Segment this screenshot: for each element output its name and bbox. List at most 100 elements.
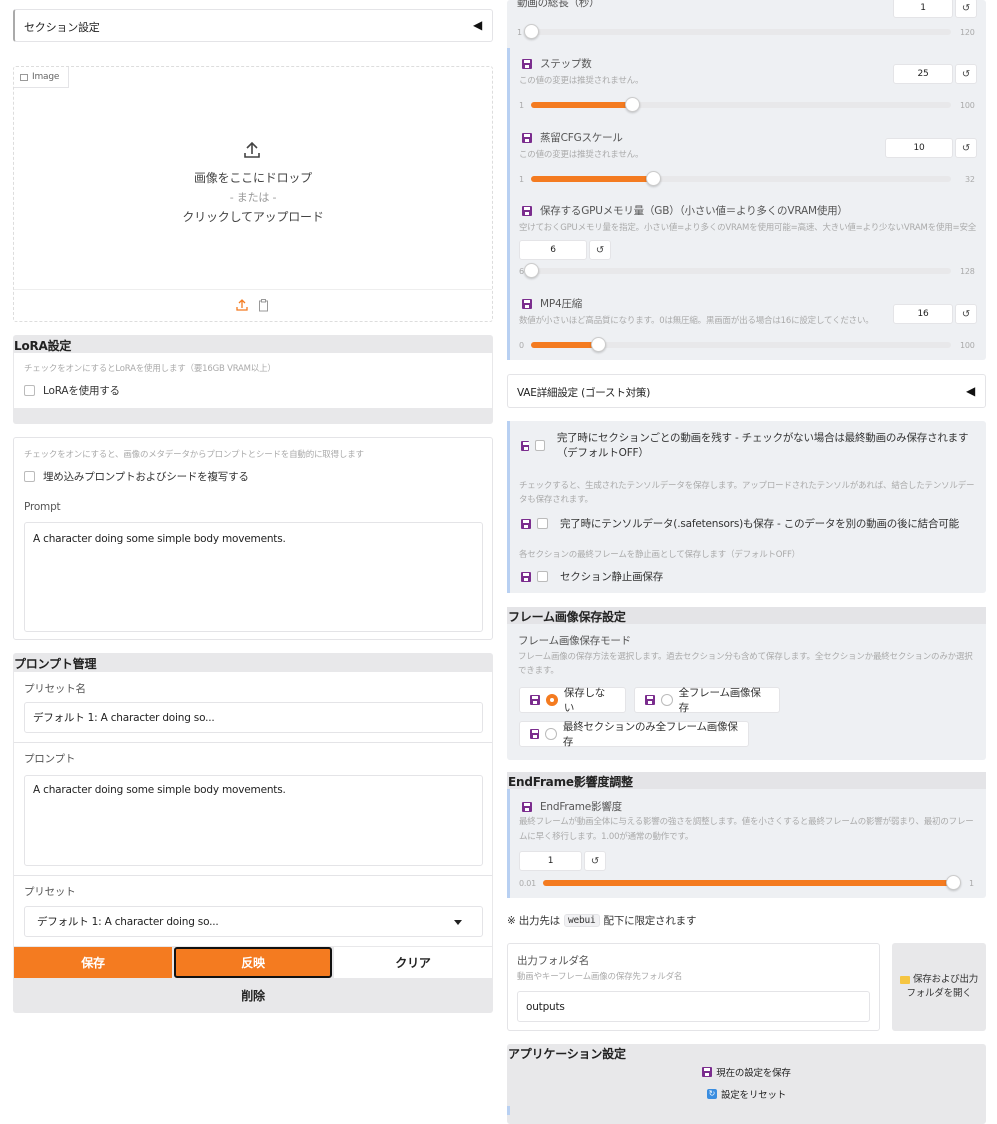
save-button[interactable]: 保存 bbox=[14, 947, 172, 978]
save-icon[interactable] bbox=[530, 729, 540, 739]
upload-small-icon[interactable] bbox=[236, 299, 248, 311]
prompt-label: Prompt bbox=[24, 501, 61, 513]
app-settings-panel: アプリケーション設定 bbox=[507, 1044, 986, 1124]
mp4-slider[interactable] bbox=[531, 337, 951, 352]
info-bar bbox=[507, 421, 510, 593]
section-settings-accordion[interactable]: セクション設定 ◀ bbox=[13, 9, 493, 42]
prompt-textarea[interactable]: A character doing some simple body movem… bbox=[24, 522, 483, 632]
image-tab: Image bbox=[14, 67, 69, 88]
image-toolbar bbox=[14, 289, 492, 290]
steps-input[interactable]: 25 bbox=[893, 64, 953, 84]
radio-all-frames[interactable]: 全フレーム画像保存 bbox=[634, 687, 780, 714]
open-folder-button[interactable]: 保存および出力フォルダを開く bbox=[892, 943, 986, 1031]
save-icon[interactable] bbox=[522, 58, 532, 69]
save-icon[interactable] bbox=[521, 441, 530, 451]
clipboard-icon[interactable] bbox=[258, 299, 270, 312]
apply-button[interactable]: 反映 bbox=[174, 947, 332, 978]
lora-checkbox[interactable]: LoRAを使用する bbox=[24, 383, 120, 398]
save-icon[interactable] bbox=[522, 132, 532, 143]
frame-save-mode-label: フレーム画像保存モード bbox=[518, 635, 631, 647]
radio-no-save-dot[interactable] bbox=[545, 694, 558, 706]
duration-min: 1 bbox=[517, 28, 522, 37]
radio-last-section-dot[interactable] bbox=[545, 728, 557, 740]
tensor-checkbox[interactable] bbox=[537, 518, 548, 529]
collapse-arrow-icon[interactable]: ◀ bbox=[473, 18, 482, 32]
duration-slider[interactable] bbox=[524, 24, 951, 39]
delete-button[interactable]: 削除 bbox=[14, 979, 492, 1011]
or-text: - または - bbox=[229, 191, 277, 204]
save-icon[interactable] bbox=[521, 518, 531, 529]
save-icon[interactable] bbox=[522, 298, 532, 309]
prompt-mgmt-textarea[interactable]: A character doing some simple body movem… bbox=[24, 775, 483, 866]
cfg-label: 蒸留CFGスケール bbox=[540, 132, 623, 144]
mp4-hint: 数値が小さいほど高品質になります。0は無圧縮。黒画面が出る場合は16に設定してく… bbox=[519, 316, 874, 326]
steps-slider[interactable] bbox=[531, 97, 951, 112]
save-icon[interactable] bbox=[530, 695, 540, 705]
app-settings-title: アプリケーション設定 bbox=[508, 1047, 626, 1061]
cfg-reset-icon[interactable]: ↺ bbox=[955, 138, 977, 158]
endframe-input[interactable]: 1 bbox=[519, 851, 582, 871]
preset-name-input[interactable]: デフォルト 1: A character doing so... bbox=[24, 702, 483, 733]
preset-dropdown[interactable]: デフォルト 1: A character doing so... bbox=[24, 906, 483, 937]
section-settings-title: セクション設定 bbox=[24, 21, 100, 34]
save-icon[interactable] bbox=[521, 571, 531, 582]
webui-code: webui bbox=[563, 914, 600, 927]
dropdown-arrow-icon bbox=[454, 920, 462, 925]
still-checkbox[interactable] bbox=[537, 571, 548, 582]
drop-text: 画像をここにドロップ bbox=[193, 171, 312, 185]
lora-title: LoRA設定 bbox=[14, 339, 72, 353]
radio-all-frames-dot[interactable] bbox=[660, 694, 673, 706]
click-upload-text[interactable]: クリックしてアップロード bbox=[14, 208, 492, 225]
metadata-checkbox-box[interactable] bbox=[24, 471, 35, 482]
prompt-panel: チェックをオンにすると、画像のメタデータからプロンプトとシードを自動的に取得しま… bbox=[13, 437, 493, 640]
gpu-label: 保存するGPUメモリ量（GB）（小さい値＝より多くのVRAM使用） bbox=[540, 205, 848, 217]
cfg-input[interactable]: 10 bbox=[885, 138, 953, 158]
endframe-header: EndFrame影響度 bbox=[522, 799, 622, 814]
prompt-management-panel: プロンプト管理 プリセット名 デフォルト 1: A character doin… bbox=[13, 653, 493, 1013]
section-video-checkbox[interactable] bbox=[535, 440, 545, 451]
gpu-input[interactable]: 6 bbox=[519, 240, 587, 260]
output-folder-label: 出力フォルダ名 bbox=[517, 955, 590, 967]
image-icon bbox=[20, 73, 28, 81]
radio-no-save[interactable]: 保存しない bbox=[519, 687, 626, 714]
frame-save-title: フレーム画像保存設定 bbox=[507, 607, 986, 624]
duration-input[interactable]: 1 bbox=[893, 0, 953, 18]
steps-min: 1 bbox=[519, 101, 524, 110]
vae-accordion[interactable]: VAE詳細設定 (ゴースト対策) ◀ bbox=[507, 374, 986, 408]
collapse-arrow-icon[interactable]: ◀ bbox=[966, 384, 975, 398]
upload-icon[interactable] bbox=[242, 140, 262, 160]
save-icon[interactable] bbox=[645, 695, 655, 705]
endframe-slider[interactable] bbox=[543, 875, 961, 890]
save-settings-button[interactable]: 現在の設定を保存 bbox=[507, 1063, 986, 1081]
endframe-reset-icon[interactable]: ↺ bbox=[584, 851, 606, 871]
steps-reset-icon[interactable]: ↺ bbox=[955, 64, 977, 84]
still-option[interactable]: セクション静止画保存 bbox=[521, 569, 663, 584]
cfg-slider[interactable] bbox=[531, 171, 951, 186]
duration-reset-icon[interactable]: ↺ bbox=[955, 0, 977, 18]
lora-checkbox-box[interactable] bbox=[24, 385, 35, 396]
mp4-label: MP4圧縮 bbox=[540, 298, 583, 310]
gpu-reset-icon[interactable]: ↺ bbox=[589, 240, 611, 260]
save-icon[interactable] bbox=[522, 801, 532, 812]
clear-button[interactable]: クリア bbox=[334, 947, 492, 978]
radio-last-section[interactable]: 最終セクションのみ全フレーム画像保存 bbox=[519, 721, 749, 748]
save-icon bbox=[702, 1067, 713, 1077]
image-upload[interactable]: Image 画像をここにドロップ - または - クリックしてアップロード bbox=[13, 66, 493, 322]
mp4-max: 100 bbox=[960, 341, 975, 350]
section-video-option[interactable]: 完了時にセクションごとの動画を残す - チェックがない場合は最終動画のみ保存され… bbox=[521, 431, 976, 461]
gpu-slider[interactable] bbox=[524, 263, 951, 278]
metadata-checkbox[interactable]: 埋め込みプロンプトおよびシードを複写する bbox=[24, 469, 249, 484]
reset-settings-button[interactable]: ↻ 設定をリセット bbox=[507, 1085, 986, 1103]
tensor-option[interactable]: 完了時にテンソルデータ(.safetensors)も保存 - このデータを別の動… bbox=[521, 516, 959, 531]
still-hint: 各セクションの最終フレームを静止画として保存します（デフォルトOFF） bbox=[519, 550, 800, 560]
mp4-reset-icon[interactable]: ↺ bbox=[955, 304, 977, 324]
tensor-hint: チェックすると、生成されたテンソルデータを保存します。アップロードされたテンソル… bbox=[519, 481, 975, 505]
lora-panel: LoRA設定 チェックをオンにするとLoRAを使用します（要16GB VRAM以… bbox=[13, 335, 493, 424]
steps-header: ステップ数 bbox=[522, 56, 592, 71]
frame-save-hint: フレーム画像の保存方法を選択します。過去セクション分も含めて保存します。全セクシ… bbox=[518, 652, 973, 676]
steps-hint: この値の変更は推奨されません。 bbox=[519, 76, 644, 86]
folder-icon bbox=[899, 975, 910, 984]
mp4-input[interactable]: 16 bbox=[893, 304, 953, 324]
save-icon[interactable] bbox=[522, 205, 532, 216]
output-folder-input[interactable]: outputs bbox=[517, 991, 870, 1022]
